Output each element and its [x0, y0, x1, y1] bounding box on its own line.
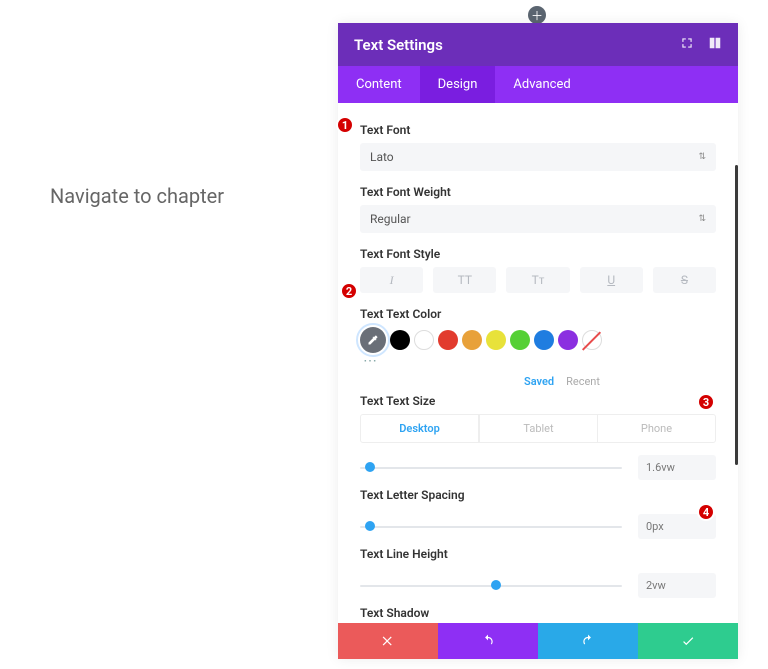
undo-icon — [481, 634, 495, 648]
saved-colors-tab[interactable]: Saved — [524, 375, 554, 388]
font-select-value: Lato — [370, 150, 394, 164]
expand-icon[interactable] — [680, 35, 694, 54]
shadow-label: Text Shadow — [360, 606, 716, 620]
style-strikethrough-button[interactable]: S — [653, 267, 716, 293]
device-tab-desktop[interactable]: Desktop — [361, 415, 479, 442]
confirm-button[interactable] — [638, 623, 738, 659]
style-italic-button[interactable]: I — [360, 267, 423, 293]
color-swatch-white[interactable] — [414, 330, 434, 350]
size-value-input[interactable]: 1.6vw — [638, 455, 716, 480]
color-swatch-yellow[interactable] — [486, 330, 506, 350]
scrollbar[interactable] — [735, 165, 738, 465]
style-uppercase-button[interactable]: TT — [433, 267, 496, 293]
chevron-updown-icon: ⇅ — [698, 152, 706, 162]
device-tab-tablet[interactable]: Tablet — [479, 415, 597, 442]
device-tab-phone[interactable]: Phone — [597, 415, 715, 442]
annotation-badge-3: 3 — [697, 393, 715, 411]
style-underline-button[interactable]: U — [580, 267, 643, 293]
style-smallcaps-button[interactable]: Tᴛ — [506, 267, 569, 293]
annotation-badge-1: 1 — [336, 116, 354, 134]
weight-label: Text Font Weight — [360, 185, 716, 199]
size-label: Text Text Size — [360, 394, 716, 408]
font-select[interactable]: Lato ⇅ — [360, 143, 716, 171]
line-height-slider[interactable] — [360, 584, 622, 588]
tab-content[interactable]: Content — [338, 66, 420, 103]
undo-button[interactable] — [438, 623, 538, 659]
style-label: Text Font Style — [360, 247, 716, 261]
color-picker-button[interactable] — [360, 327, 386, 353]
cancel-button[interactable] — [338, 623, 438, 659]
panel-tabs: Content Design Advanced — [338, 66, 738, 103]
color-swatch-black[interactable] — [390, 330, 410, 350]
weight-select[interactable]: Regular ⇅ — [360, 205, 716, 233]
size-slider-thumb[interactable] — [365, 462, 375, 472]
redo-button[interactable] — [538, 623, 638, 659]
color-swatch-none[interactable] — [582, 330, 602, 350]
color-swatch-green[interactable] — [510, 330, 530, 350]
annotation-badge-2: 2 — [340, 282, 358, 300]
tab-design[interactable]: Design — [420, 66, 496, 103]
check-icon — [681, 634, 695, 648]
panel-header: Text Settings — [338, 23, 738, 66]
color-swatch-red[interactable] — [438, 330, 458, 350]
line-height-label: Text Line Height — [360, 547, 716, 561]
letter-spacing-slider-thumb[interactable] — [365, 521, 375, 531]
line-height-slider-thumb[interactable] — [491, 580, 501, 590]
letter-spacing-slider[interactable] — [360, 525, 622, 529]
close-icon — [381, 634, 395, 648]
panel-footer — [338, 623, 738, 659]
add-module-button[interactable]: ＋ — [528, 6, 546, 24]
page-context-text: Navigate to chapter — [50, 184, 224, 208]
recent-colors-tab[interactable]: Recent — [566, 375, 600, 388]
font-label: Text Font — [360, 123, 716, 137]
annotation-badge-4: 4 — [697, 503, 715, 521]
size-slider[interactable] — [360, 466, 622, 470]
tab-advanced[interactable]: Advanced — [495, 66, 588, 103]
eyedropper-icon — [367, 334, 379, 346]
color-label: Text Text Color — [360, 307, 716, 321]
columns-icon[interactable] — [708, 35, 722, 54]
weight-select-value: Regular — [370, 212, 411, 226]
color-swatch-purple[interactable] — [558, 330, 578, 350]
color-swatch-blue[interactable] — [534, 330, 554, 350]
panel-title: Text Settings — [354, 36, 443, 54]
letter-spacing-label: Text Letter Spacing — [360, 488, 716, 502]
line-height-value-input[interactable]: 2vw — [638, 573, 716, 598]
settings-panel: Text Settings Content Design Advanced Te… — [338, 23, 738, 659]
panel-body: Text Font Lato ⇅ Text Font Weight Regula… — [338, 103, 738, 623]
redo-icon — [581, 634, 595, 648]
color-swatch-orange[interactable] — [462, 330, 482, 350]
chevron-updown-icon: ⇅ — [698, 214, 706, 224]
